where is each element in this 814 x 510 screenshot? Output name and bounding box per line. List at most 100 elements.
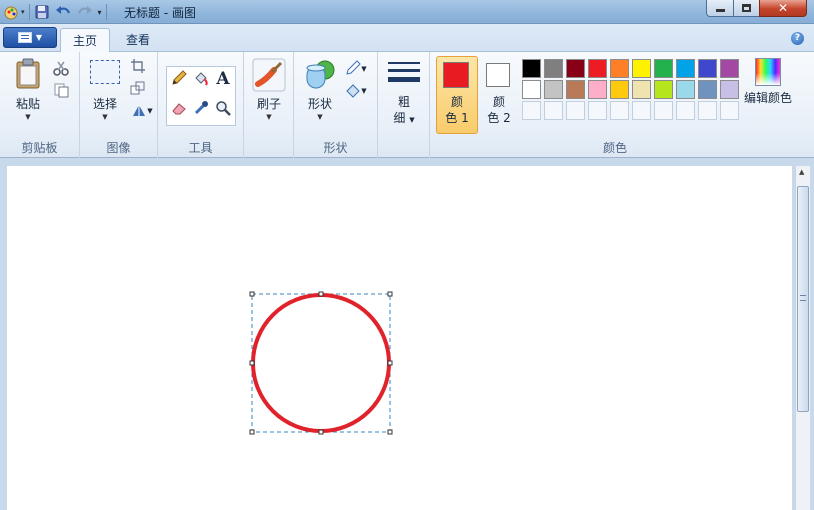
text-tool[interactable]: A bbox=[212, 68, 234, 90]
color2-button[interactable]: 颜 色 2 bbox=[478, 94, 520, 126]
canvas-workspace: ▲ bbox=[0, 158, 814, 510]
resize-handle-bottom-right[interactable] bbox=[387, 429, 393, 435]
palette-swatch[interactable] bbox=[588, 59, 607, 78]
tab-home[interactable]: 主页 bbox=[60, 28, 111, 53]
resize-button[interactable] bbox=[127, 78, 149, 100]
rotate-icon bbox=[131, 102, 147, 121]
palette-swatch[interactable] bbox=[720, 80, 739, 99]
red-circle-shape bbox=[251, 293, 391, 433]
select-rectangle-icon bbox=[90, 60, 120, 84]
palette-swatch[interactable] bbox=[632, 59, 651, 78]
shapes-group: 形状 ▼ ▼ ▼ 形状 bbox=[294, 52, 378, 158]
eraser-tool[interactable] bbox=[168, 98, 190, 120]
eraser-icon bbox=[171, 100, 187, 119]
palette-swatch[interactable] bbox=[522, 80, 541, 99]
text-icon: A bbox=[216, 69, 230, 89]
paint-menu-button[interactable]: ▼ bbox=[3, 27, 57, 48]
palette-swatch[interactable] bbox=[610, 80, 629, 99]
palette-swatch[interactable] bbox=[698, 80, 717, 99]
resize-handle-top-right[interactable] bbox=[387, 291, 393, 297]
palette-custom-slot[interactable] bbox=[610, 101, 629, 120]
resize-handle-top[interactable] bbox=[318, 291, 324, 297]
brushes-button[interactable]: 刷子 ▼ bbox=[249, 58, 289, 122]
resize-handle-left[interactable] bbox=[249, 360, 255, 366]
resize-handle-bottom-left[interactable] bbox=[249, 429, 255, 435]
outline-button[interactable]: ▼ bbox=[342, 58, 370, 80]
size-group: 粗 细 ▼ bbox=[378, 52, 430, 158]
window-title: 无标题 - 画图 bbox=[124, 6, 196, 20]
resize-handle-right[interactable] bbox=[387, 360, 393, 366]
palette-swatch[interactable] bbox=[632, 80, 651, 99]
scissors-icon bbox=[53, 60, 69, 79]
color-spectrum-icon bbox=[755, 58, 781, 86]
resize-handle-top-left[interactable] bbox=[249, 291, 255, 297]
help-icon[interactable]: ? bbox=[791, 32, 804, 45]
menu-dropdown-icon[interactable]: ▾ bbox=[21, 8, 25, 16]
palette-custom-slot[interactable] bbox=[676, 101, 695, 120]
palette-swatch[interactable] bbox=[610, 59, 629, 78]
fill-dropdown-icon: ▼ bbox=[361, 87, 367, 95]
palette-custom-slot[interactable] bbox=[720, 101, 739, 120]
tab-view[interactable]: 查看 bbox=[114, 28, 162, 53]
vertical-scrollbar[interactable]: ▲ bbox=[795, 166, 810, 510]
copy-button[interactable] bbox=[50, 80, 72, 102]
magnifier-tool[interactable] bbox=[212, 98, 234, 120]
cut-button[interactable] bbox=[50, 58, 72, 80]
customize-toolbar-icon[interactable]: ▾ bbox=[98, 8, 102, 17]
palette-custom-slot[interactable] bbox=[522, 101, 541, 120]
eyedropper-icon bbox=[193, 100, 209, 119]
palette-swatch[interactable] bbox=[522, 59, 541, 78]
palette-swatch[interactable] bbox=[654, 59, 673, 78]
color2-swatch[interactable] bbox=[486, 63, 510, 87]
shapes-icon bbox=[303, 58, 337, 92]
palette-swatch[interactable] bbox=[676, 80, 695, 99]
crop-button[interactable] bbox=[127, 56, 149, 78]
palette-swatch[interactable] bbox=[698, 59, 717, 78]
palette-swatch[interactable] bbox=[588, 80, 607, 99]
palette-custom-slot[interactable] bbox=[654, 101, 673, 120]
tools-group: A 工具 bbox=[158, 52, 244, 158]
palette-swatch[interactable] bbox=[654, 80, 673, 99]
drawing-canvas[interactable] bbox=[7, 166, 792, 510]
image-group: 选择 ▼ ▼ 图像 bbox=[80, 52, 158, 158]
fill-button[interactable]: ▼ bbox=[342, 80, 370, 102]
palette-custom-slot[interactable] bbox=[588, 101, 607, 120]
scroll-up-arrow-icon[interactable]: ▲ bbox=[799, 168, 804, 176]
fill-tool[interactable] bbox=[190, 68, 212, 90]
palette-swatch[interactable] bbox=[544, 59, 563, 78]
palette-swatch[interactable] bbox=[566, 80, 585, 99]
close-button[interactable]: ✕ bbox=[759, 0, 807, 17]
scrollbar-thumb[interactable] bbox=[797, 186, 809, 412]
magnifier-icon bbox=[215, 100, 231, 119]
undo-icon[interactable] bbox=[54, 4, 72, 20]
redo-icon[interactable] bbox=[76, 4, 94, 20]
shapes-button[interactable]: 形状 ▼ bbox=[300, 58, 340, 122]
colors-group: 颜 色 1 颜 色 2 编辑颜色 颜色 bbox=[430, 52, 800, 158]
clipboard-icon bbox=[14, 58, 42, 90]
palette-swatch[interactable] bbox=[544, 80, 563, 99]
color2-label-bottom: 色 2 bbox=[487, 111, 511, 125]
palette-custom-slot[interactable] bbox=[632, 101, 651, 120]
palette-swatch[interactable] bbox=[720, 59, 739, 78]
pencil-tool[interactable] bbox=[168, 68, 190, 90]
paint-bucket-icon bbox=[193, 70, 209, 89]
size-button[interactable]: 粗 细 ▼ bbox=[384, 60, 424, 128]
palette-custom-slot[interactable] bbox=[566, 101, 585, 120]
minimize-button[interactable] bbox=[706, 0, 734, 17]
maximize-button[interactable] bbox=[733, 0, 760, 17]
rotate-dropdown-icon: ▼ bbox=[147, 107, 153, 115]
fill-bucket-icon bbox=[345, 82, 361, 101]
palette-custom-slot[interactable] bbox=[544, 101, 563, 120]
rotate-button[interactable]: ▼ bbox=[127, 100, 157, 122]
resize-handle-bottom[interactable] bbox=[318, 429, 324, 435]
select-button[interactable]: 选择 ▼ bbox=[86, 60, 124, 122]
palette-swatch[interactable] bbox=[676, 59, 695, 78]
palette-swatch[interactable] bbox=[566, 59, 585, 78]
paste-button[interactable]: 粘贴 ▼ bbox=[8, 58, 48, 122]
paint-app-icon[interactable] bbox=[3, 4, 19, 20]
edit-colors-button[interactable]: 编辑颜色 bbox=[740, 58, 796, 106]
palette-custom-slot[interactable] bbox=[698, 101, 717, 120]
size-label-top: 粗 bbox=[397, 95, 410, 109]
save-icon[interactable] bbox=[34, 4, 50, 20]
color-picker-tool[interactable] bbox=[190, 98, 212, 120]
